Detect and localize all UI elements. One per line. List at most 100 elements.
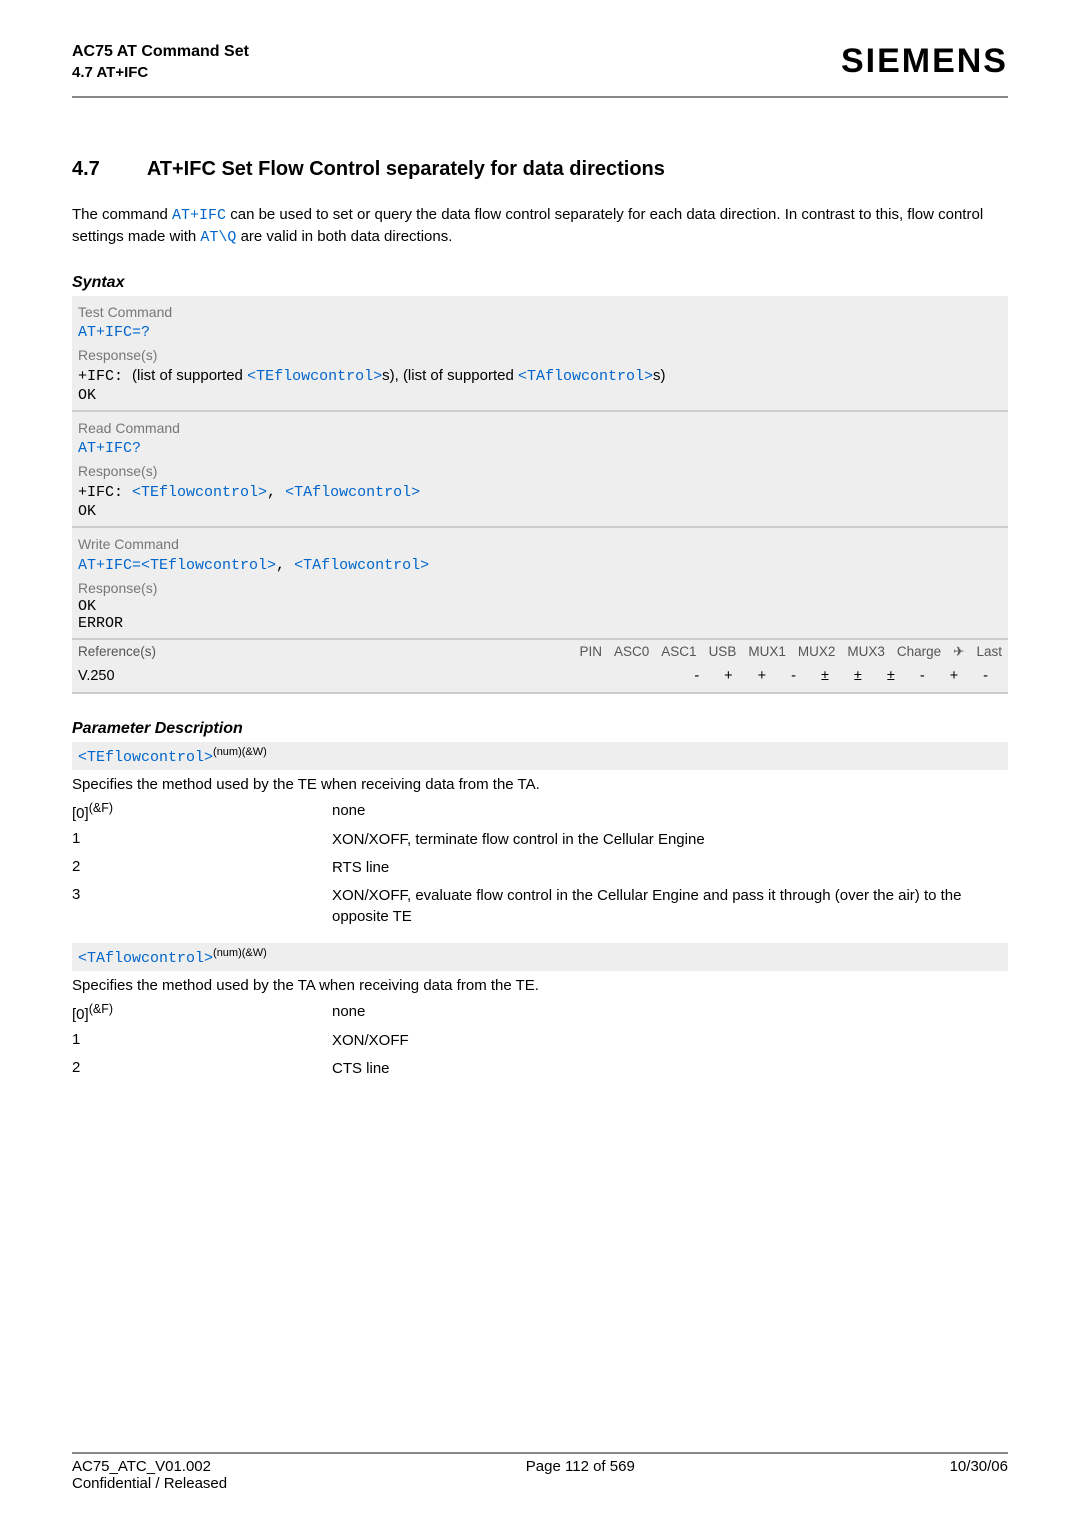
block-label: Read Command (78, 416, 1002, 438)
footer-left: AC75_ATC_V01.002 (72, 1458, 211, 1475)
reference-columns: PIN ASC0 ASC1 USB MUX1 MUX2 MUX3 Charge … (579, 644, 1002, 660)
comma: , (267, 484, 285, 501)
col-mux2: MUX2 (798, 644, 836, 660)
doc-title: AC75 AT Command Set (72, 42, 249, 63)
resp-prefix: +IFC: (78, 484, 132, 501)
footer-version: AC75_ATC_V01.002 (72, 1458, 211, 1475)
col-usb: USB (709, 644, 737, 660)
reference-value-row: V.250 - + + - ± ± ± - + - (72, 664, 1008, 694)
page-footer: AC75_ATC_V01.002 Page 112 of 569 10/30/0… (72, 1445, 1008, 1493)
resp-prefix: +IFC: (78, 368, 132, 385)
page-header: AC75 AT Command Set 4.7 AT+IFC SIEMENS (72, 42, 1008, 90)
ref-val: ± (821, 668, 829, 684)
footer-rule (72, 1452, 1008, 1454)
parameter-description-heading: Parameter Description (72, 720, 1008, 738)
comma: , (276, 557, 294, 574)
param-taflowcontrol-link[interactable]: <TAflowcontrol> (518, 368, 653, 385)
ref-val: - (791, 668, 796, 684)
reference-label: Reference(s) (78, 644, 156, 659)
read-response: +IFC: <TEflowcontrol>, <TAflowcontrol> (78, 481, 1002, 503)
section-heading: 4.7 AT+IFC Set Flow Control separately f… (72, 158, 1008, 181)
te-description: Specifies the method used by the TE when… (72, 770, 1008, 797)
param-sup: (num)(&W) (213, 947, 267, 959)
param-taflowcontrol-header: <TAflowcontrol>(num)(&W) (72, 943, 1008, 971)
resp-text: s), (list of supported (382, 367, 518, 384)
ref-val: ± (854, 668, 862, 684)
ta-row-2: 2 CTS line (72, 1055, 1008, 1083)
ta-row-1: 1 XON/XOFF (72, 1027, 1008, 1055)
param-teflowcontrol-link[interactable]: <TEflowcontrol> (132, 484, 267, 501)
te-row-0: [0](&F) none (72, 797, 1008, 826)
param-teflowcontrol-header: <TEflowcontrol>(num)(&W) (72, 742, 1008, 770)
block-label: Response(s) (78, 459, 1002, 481)
syntax-heading: Syntax (72, 274, 1008, 292)
te-row-2: 2 RTS line (72, 854, 1008, 882)
val-key: 2 (72, 1059, 332, 1079)
col-mux1: MUX1 (748, 644, 786, 660)
ref-val: ± (887, 668, 895, 684)
val-key: 2 (72, 858, 332, 878)
header-left: AC75 AT Command Set 4.7 AT+IFC (72, 42, 249, 82)
test-response: +IFC: (list of supported <TEflowcontrol>… (78, 365, 1002, 387)
block-label: Write Command (78, 532, 1002, 554)
val-key-sup: (&F) (89, 1002, 113, 1016)
ref-val: + (758, 668, 766, 684)
intro-text: are valid in both data directions. (236, 228, 452, 245)
ref-val: + (724, 668, 732, 684)
ok-text: OK (78, 387, 1002, 404)
param-name: <TAflowcontrol> (78, 950, 213, 967)
error-text: ERROR (78, 615, 1002, 632)
col-asc0: ASC0 (614, 644, 649, 660)
reference-values: - + + - ± ± ± - + - (694, 668, 1002, 684)
ta-description: Specifies the method used by the TA when… (72, 971, 1008, 998)
write-prefix: AT+IFC= (78, 555, 141, 576)
te-row-1: 1 XON/XOFF, terminate flow control in th… (72, 826, 1008, 854)
ta-row-0: [0](&F) none (72, 998, 1008, 1027)
block-label: Response(s) (78, 343, 1002, 365)
param-taflowcontrol-link[interactable]: <TAflowcontrol> (294, 557, 429, 574)
doc-subtitle: 4.7 AT+IFC (72, 63, 249, 83)
val-key: 1 (72, 830, 332, 850)
resp-text: s) (653, 367, 666, 384)
col-airplane-icon: ✈ (953, 644, 964, 660)
col-pin: PIN (579, 644, 602, 660)
test-command-block: Test Command AT+IFC=? Response(s) +IFC: … (72, 296, 1008, 412)
block-label: Test Command (78, 300, 1002, 322)
reference-name: V.250 (78, 668, 115, 684)
footer-confidential: Confidential / Released (72, 1475, 1008, 1492)
section-number: 4.7 (72, 158, 142, 181)
param-sup: (num)(&W) (213, 746, 267, 758)
val-key: [0] (72, 1006, 89, 1023)
brand-logo: SIEMENS (841, 42, 1008, 81)
col-last: Last (976, 644, 1002, 660)
ref-val: - (920, 668, 925, 684)
col-asc1: ASC1 (661, 644, 696, 660)
te-row-3: 3 XON/XOFF, evaluate flow control in the… (72, 882, 1008, 931)
param-teflowcontrol-link[interactable]: <TEflowcontrol> (141, 557, 276, 574)
ref-val: + (950, 668, 958, 684)
param-taflowcontrol-link[interactable]: <TAflowcontrol> (285, 484, 420, 501)
resp-text: (list of supported (132, 367, 247, 384)
col-charge: Charge (897, 644, 941, 660)
intro-paragraph: The command AT+IFC can be used to set or… (72, 205, 1008, 248)
val-desc: XON/XOFF, terminate flow control in the … (332, 830, 1008, 850)
val-key: 3 (72, 886, 332, 927)
read-command: AT+IFC? (78, 438, 1002, 459)
val-desc: XON/XOFF, evaluate flow control in the C… (332, 886, 1008, 927)
ref-val: - (694, 668, 699, 684)
section-title-text: AT+IFC Set Flow Control separately for d… (147, 158, 665, 180)
param-name: <TEflowcontrol> (78, 749, 213, 766)
test-command: AT+IFC=? (78, 322, 1002, 343)
val-desc: none (332, 801, 1008, 822)
val-key: [0] (72, 805, 89, 822)
val-desc: RTS line (332, 858, 1008, 878)
read-command-block: Read Command AT+IFC? Response(s) +IFC: <… (72, 412, 1008, 528)
cmd-atifc-link[interactable]: AT+IFC (172, 207, 226, 224)
block-label: Response(s) (78, 576, 1002, 598)
intro-text: The command (72, 206, 172, 223)
cmd-atq-link[interactable]: AT\Q (200, 229, 236, 246)
val-key: 1 (72, 1031, 332, 1051)
header-rule (72, 96, 1008, 98)
footer-right: 10/30/06 (950, 1458, 1008, 1475)
param-teflowcontrol-link[interactable]: <TEflowcontrol> (247, 368, 382, 385)
